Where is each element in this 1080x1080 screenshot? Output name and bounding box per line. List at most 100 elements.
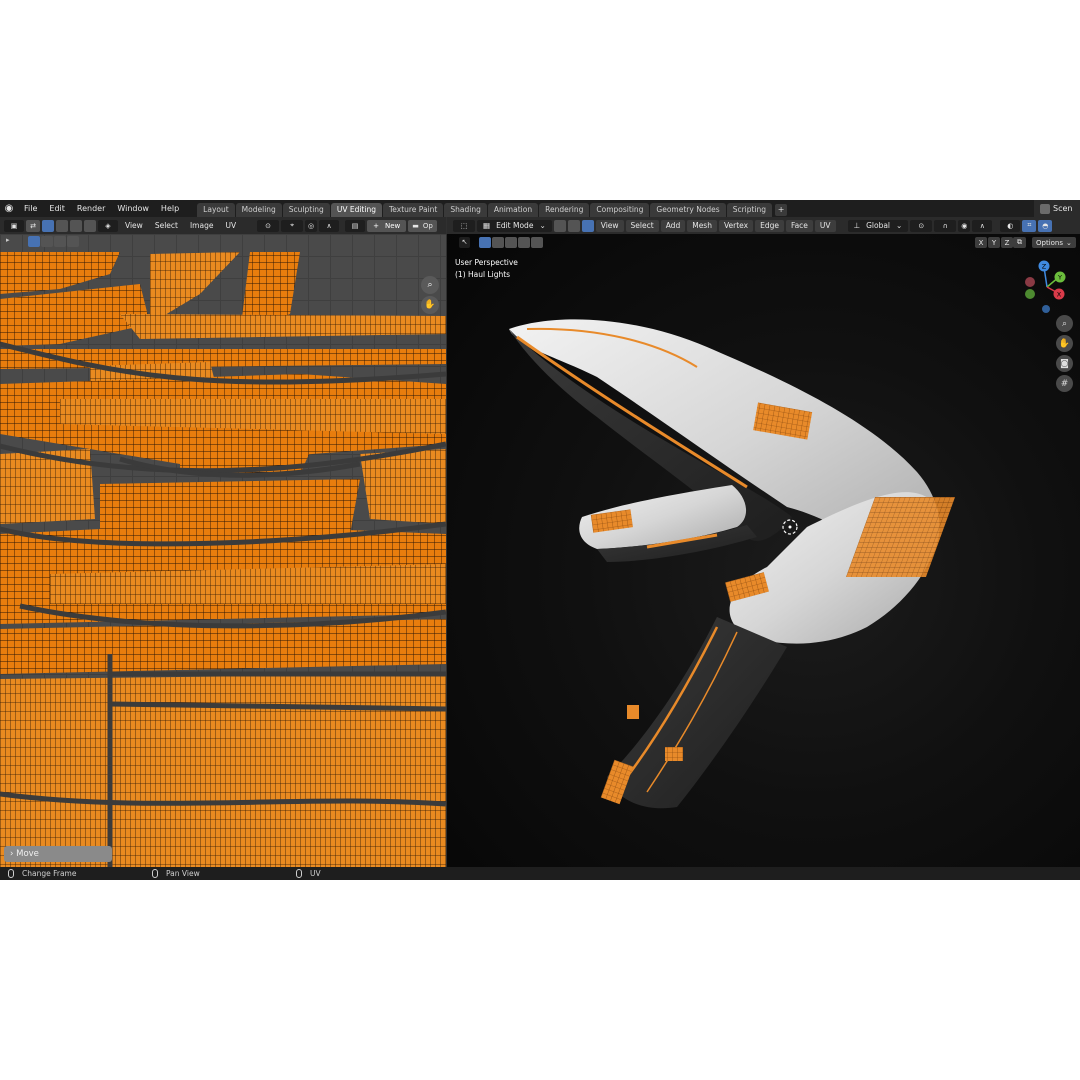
uv-menu-image[interactable]: Image — [185, 221, 219, 230]
vp-select-extend-icon[interactable] — [492, 237, 504, 248]
ortho-grid-icon[interactable]: # — [1056, 375, 1073, 392]
proportional-editing-icon[interactable]: ◉ — [958, 219, 971, 232]
tab-texture-paint[interactable]: Texture Paint — [382, 203, 444, 217]
new-image-button[interactable]: + New — [367, 219, 407, 232]
tab-scripting[interactable]: Scripting — [726, 203, 773, 217]
axis-neg-y-icon[interactable] — [1025, 289, 1035, 299]
pivot-icon[interactable]: ⊙ — [257, 219, 280, 232]
tab-geometry-nodes[interactable]: Geometry Nodes — [650, 203, 726, 217]
pivot-point-icon[interactable]: ⊙ — [910, 219, 933, 232]
island-select-icon[interactable] — [84, 219, 96, 232]
tab-animation[interactable]: Animation — [487, 203, 539, 217]
sticky-mode-icon[interactable]: ◈ — [98, 219, 118, 232]
orientation-label: Global — [866, 220, 891, 230]
3d-viewport[interactable]: ⬚ ▦ Edit Mode ⌄ View Select Add Mesh Ver… — [447, 217, 1080, 867]
sync-selection-icon[interactable]: ⇄ — [26, 219, 40, 232]
image-browse-icon[interactable]: ▤ — [345, 219, 366, 232]
tab-uv-editing[interactable]: UV Editing — [330, 203, 382, 217]
menu-file[interactable]: File — [18, 200, 43, 217]
vertex-select-icon[interactable] — [42, 219, 54, 232]
toolbar-toggle-icon[interactable]: ▸ — [6, 236, 18, 247]
vp-select-invert-icon[interactable] — [518, 237, 530, 248]
open-image-button[interactable]: ▬ Op — [408, 219, 437, 232]
menu-window[interactable]: Window — [111, 200, 155, 217]
lock-z-button[interactable]: Z — [1001, 237, 1013, 248]
chevron-down-icon: ⌄ — [1066, 238, 1072, 247]
editor-type-3d-icon[interactable]: ⬚ — [453, 219, 475, 232]
status-change-frame: Change Frame — [8, 869, 76, 878]
tab-compositing[interactable]: Compositing — [590, 203, 650, 217]
select-invert-icon[interactable] — [67, 236, 79, 247]
vp-select-intersect-icon[interactable] — [531, 237, 543, 248]
vp-menu-mesh[interactable]: Mesh — [687, 219, 717, 232]
tab-rendering[interactable]: Rendering — [539, 203, 590, 217]
axis-neg-z-icon[interactable] — [1042, 305, 1050, 313]
falloff-icon[interactable]: ∧ — [319, 219, 340, 232]
menu-help[interactable]: Help — [155, 200, 185, 217]
pan-view-icon[interactable]: ✋ — [1056, 335, 1073, 352]
editor-type-icon[interactable]: ▣ — [4, 219, 24, 232]
menu-render[interactable]: Render — [71, 200, 111, 217]
vp-menu-face[interactable]: Face — [785, 219, 813, 232]
vp-menu-select[interactable]: Select — [625, 219, 659, 232]
edge-select-icon[interactable] — [56, 219, 68, 232]
tab-sculpting[interactable]: Sculpting — [282, 203, 330, 217]
vp-select-new-icon[interactable] — [479, 237, 491, 248]
camera-view-icon[interactable]: ◙ — [1056, 355, 1073, 372]
active-object-label: (1) Haul Lights — [455, 270, 511, 279]
proportional-falloff-icon[interactable]: ∧ — [972, 219, 993, 232]
uv-island-shapes — [0, 252, 446, 867]
select-box-icon[interactable] — [28, 236, 40, 247]
scene-selector[interactable]: Scen — [1034, 200, 1080, 217]
vp-select-subtract-icon[interactable] — [505, 237, 517, 248]
visibility-icon[interactable]: ◐ — [1000, 219, 1021, 232]
vp-menu-edge[interactable]: Edge — [755, 219, 784, 232]
overlay-toggle-icon[interactable]: ◓ — [1038, 219, 1053, 232]
scene-label: Scen — [1053, 204, 1073, 213]
mouse-middle-icon — [152, 869, 158, 878]
vp-menu-uv[interactable]: UV — [814, 219, 836, 232]
new-image-label: New — [384, 221, 401, 230]
add-workspace-button[interactable]: + — [775, 204, 788, 216]
select-subtract-icon[interactable] — [54, 236, 66, 247]
mode-dropdown[interactable]: ▦ Edit Mode ⌄ — [477, 219, 552, 232]
snap-icon[interactable]: ⌖ — [281, 219, 304, 232]
navigation-axis-gizmo[interactable]: Z Y X — [1019, 257, 1075, 313]
tab-modeling[interactable]: Modeling — [235, 203, 282, 217]
transform-orientation-dropdown[interactable]: ⊥ Global ⌄ — [847, 219, 909, 232]
proportional-icon[interactable]: ◎ — [305, 219, 318, 232]
uv-canvas[interactable]: ⌕ ✋ — [0, 234, 446, 867]
vp-menu-vertex[interactable]: Vertex — [718, 219, 754, 232]
workspace-tabs: Layout Modeling Sculpting UV Editing Tex… — [197, 200, 788, 217]
mirror-icon[interactable]: ⧉ — [1013, 237, 1026, 248]
tab-layout[interactable]: Layout — [197, 203, 235, 217]
tab-shading[interactable]: Shading — [444, 203, 487, 217]
chevron-down-icon: ⌄ — [539, 220, 546, 230]
vp-menu-view[interactable]: View — [595, 219, 624, 232]
face-mode-icon[interactable] — [581, 219, 594, 232]
chevron-down-icon: ⌄ — [896, 220, 903, 230]
select-tool-icon[interactable]: ↖ — [459, 237, 470, 248]
options-dropdown[interactable]: Options ⌄ — [1032, 237, 1076, 248]
uv-menu-uv[interactable]: UV — [220, 221, 241, 230]
menu-edit[interactable]: Edit — [43, 200, 71, 217]
lock-x-button[interactable]: X — [975, 237, 987, 248]
uv-menu-view[interactable]: View — [120, 221, 148, 230]
lock-y-button[interactable]: Y — [988, 237, 1000, 248]
face-select-icon[interactable] — [70, 219, 82, 232]
last-operator-panel[interactable]: › Move — [4, 846, 112, 862]
zoom-view-icon[interactable]: ⌕ — [1056, 315, 1073, 332]
snap-magnet-icon[interactable]: ∩ — [934, 219, 957, 232]
uv-menu-select[interactable]: Select — [150, 221, 183, 230]
vertex-mode-icon[interactable] — [553, 219, 566, 232]
orientation-icon: ⊥ — [853, 220, 861, 230]
vp-menu-add[interactable]: Add — [660, 219, 686, 232]
pan-hand-icon[interactable]: ✋ — [421, 296, 439, 314]
select-extend-icon[interactable] — [41, 236, 53, 247]
axis-z-label: Z — [1042, 263, 1047, 271]
gizmo-toggle-icon[interactable]: ⌗ — [1022, 219, 1037, 232]
axis-neg-x-icon[interactable] — [1025, 277, 1035, 287]
blender-logo-icon[interactable]: ◉ — [0, 200, 18, 217]
zoom-icon[interactable]: ⌕ — [421, 276, 439, 294]
edge-mode-icon[interactable] — [567, 219, 580, 232]
